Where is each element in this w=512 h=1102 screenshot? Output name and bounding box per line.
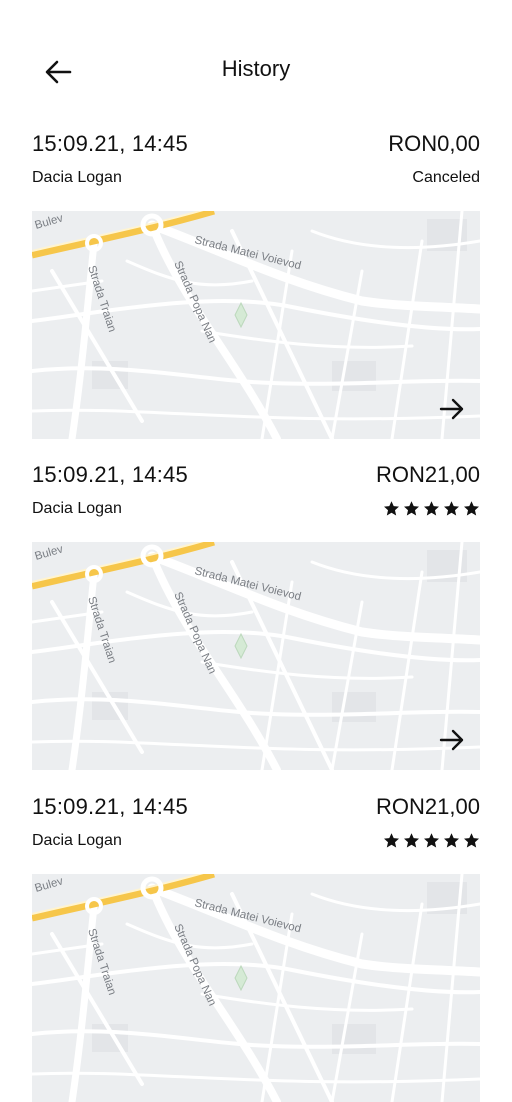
arrow-right-icon[interactable] [438,726,466,754]
arrow-right-icon[interactable] [438,395,466,423]
trip-datetime: 15:09.21, 14:45 [32,462,188,487]
star-icon [464,501,479,516]
trip-price: RON21,00 [376,462,480,487]
car-model: Dacia Logan [32,832,122,849]
trip-datetime: 15:09.21, 14:45 [32,131,188,156]
trip-card[interactable]: 15:09.21, 14:45 RON21,00 Dacia Logan Str… [32,794,480,1102]
star-icon [444,833,459,848]
trip-datetime: 15:09.21, 14:45 [32,794,188,819]
rating-stars [383,832,480,849]
rating-stars [383,500,480,517]
star-icon [424,833,439,848]
page-title: History [221,56,291,81]
trip-price: RON0,00 [388,131,480,156]
route-map[interactable]: Strada Matei Voievod Strada Traian Strad… [32,542,480,770]
trip-price: RON21,00 [376,794,480,819]
star-icon [464,833,479,848]
header: History [0,0,512,120]
route-map[interactable]: Strada Matei Voievod Strada Traian Strad… [32,211,480,439]
car-model: Dacia Logan [32,169,122,186]
star-icon [404,833,419,848]
star-icon [444,501,459,516]
trip-card[interactable]: 15:09.21, 14:45 RON0,00 Dacia Logan Canc… [32,131,480,439]
star-icon [384,833,399,848]
star-icon [384,501,399,516]
trip-status: Canceled [412,169,480,186]
star-icon [424,501,439,516]
trip-card[interactable]: 15:09.21, 14:45 RON21,00 Dacia Logan Str… [32,462,480,770]
car-model: Dacia Logan [32,500,122,517]
star-icon [404,501,419,516]
route-map[interactable]: Strada Matei Voievod Strada Traian Strad… [32,874,480,1102]
